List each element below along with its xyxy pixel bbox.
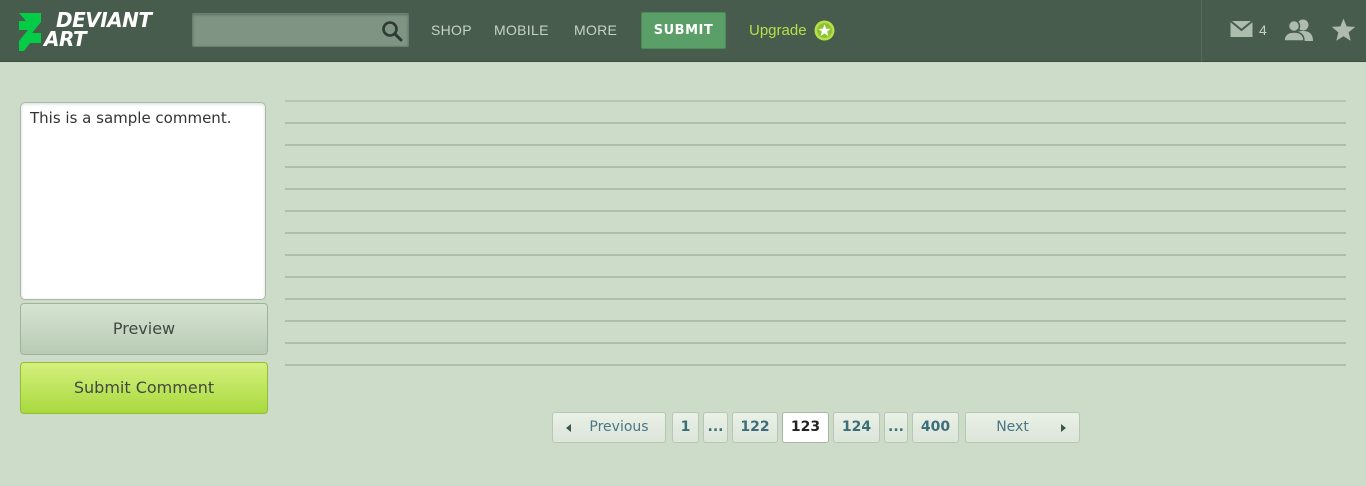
search-icon[interactable] — [381, 20, 403, 42]
upgrade-label: Upgrade — [749, 22, 807, 39]
list-item — [285, 254, 1346, 276]
search-input[interactable] — [193, 14, 373, 46]
list-item — [285, 342, 1346, 364]
list-item — [285, 276, 1346, 298]
list-item — [285, 320, 1346, 342]
list-item — [285, 232, 1346, 254]
chevron-left-icon — [566, 424, 571, 432]
friends-icon[interactable] — [1283, 19, 1315, 41]
list-item — [285, 144, 1346, 166]
list-item — [285, 122, 1346, 144]
submit-comment-button[interactable]: Submit Comment — [20, 362, 268, 414]
comment-list — [285, 100, 1346, 366]
list-item — [285, 100, 1346, 122]
star-icon[interactable] — [1331, 18, 1356, 42]
list-item — [285, 188, 1346, 210]
deviantart-logo[interactable]: DEVIANT ART — [16, 10, 166, 53]
previous-label: Previous — [589, 419, 649, 435]
upgrade-star-icon — [814, 20, 835, 41]
deviantart-logo-icon — [19, 13, 41, 51]
page-link-1[interactable]: 1 — [672, 412, 699, 443]
nav-shop[interactable]: SHOP — [431, 22, 472, 38]
page-link-122[interactable]: 122 — [732, 412, 778, 443]
list-item — [285, 298, 1346, 320]
page-link-124[interactable]: 124 — [833, 412, 880, 443]
page-current-123: 123 — [782, 412, 829, 443]
logo-wordmark: DEVIANT ART — [44, 10, 152, 49]
page-link-400[interactable]: 400 — [912, 412, 959, 443]
search-box — [192, 13, 409, 47]
next-label: Next — [996, 419, 1029, 435]
nav-mobile[interactable]: MOBILE — [494, 22, 549, 38]
page-ellipsis[interactable]: ... — [703, 412, 728, 443]
upgrade-link[interactable]: Upgrade — [749, 20, 835, 42]
top-navigation-bar: DEVIANT ART SHOP MOBILE MORE SUBMIT Upgr… — [0, 0, 1366, 62]
preview-button[interactable]: Preview — [20, 303, 268, 355]
list-item — [285, 166, 1346, 188]
mail-icon[interactable] — [1230, 20, 1253, 38]
previous-page-button[interactable]: Previous — [552, 412, 666, 443]
submit-button[interactable]: SUBMIT — [641, 12, 726, 49]
header-divider — [1201, 0, 1202, 62]
page-ellipsis[interactable]: ... — [884, 412, 908, 443]
comment-textarea[interactable]: This is a sample comment. — [20, 102, 266, 300]
list-item — [285, 210, 1346, 232]
nav-more[interactable]: MORE — [574, 22, 617, 38]
chevron-right-icon — [1061, 424, 1066, 432]
mail-count: 4 — [1259, 22, 1267, 38]
list-item — [285, 364, 1346, 366]
next-page-button[interactable]: Next — [965, 412, 1080, 443]
logo-line-2: ART — [44, 27, 87, 51]
